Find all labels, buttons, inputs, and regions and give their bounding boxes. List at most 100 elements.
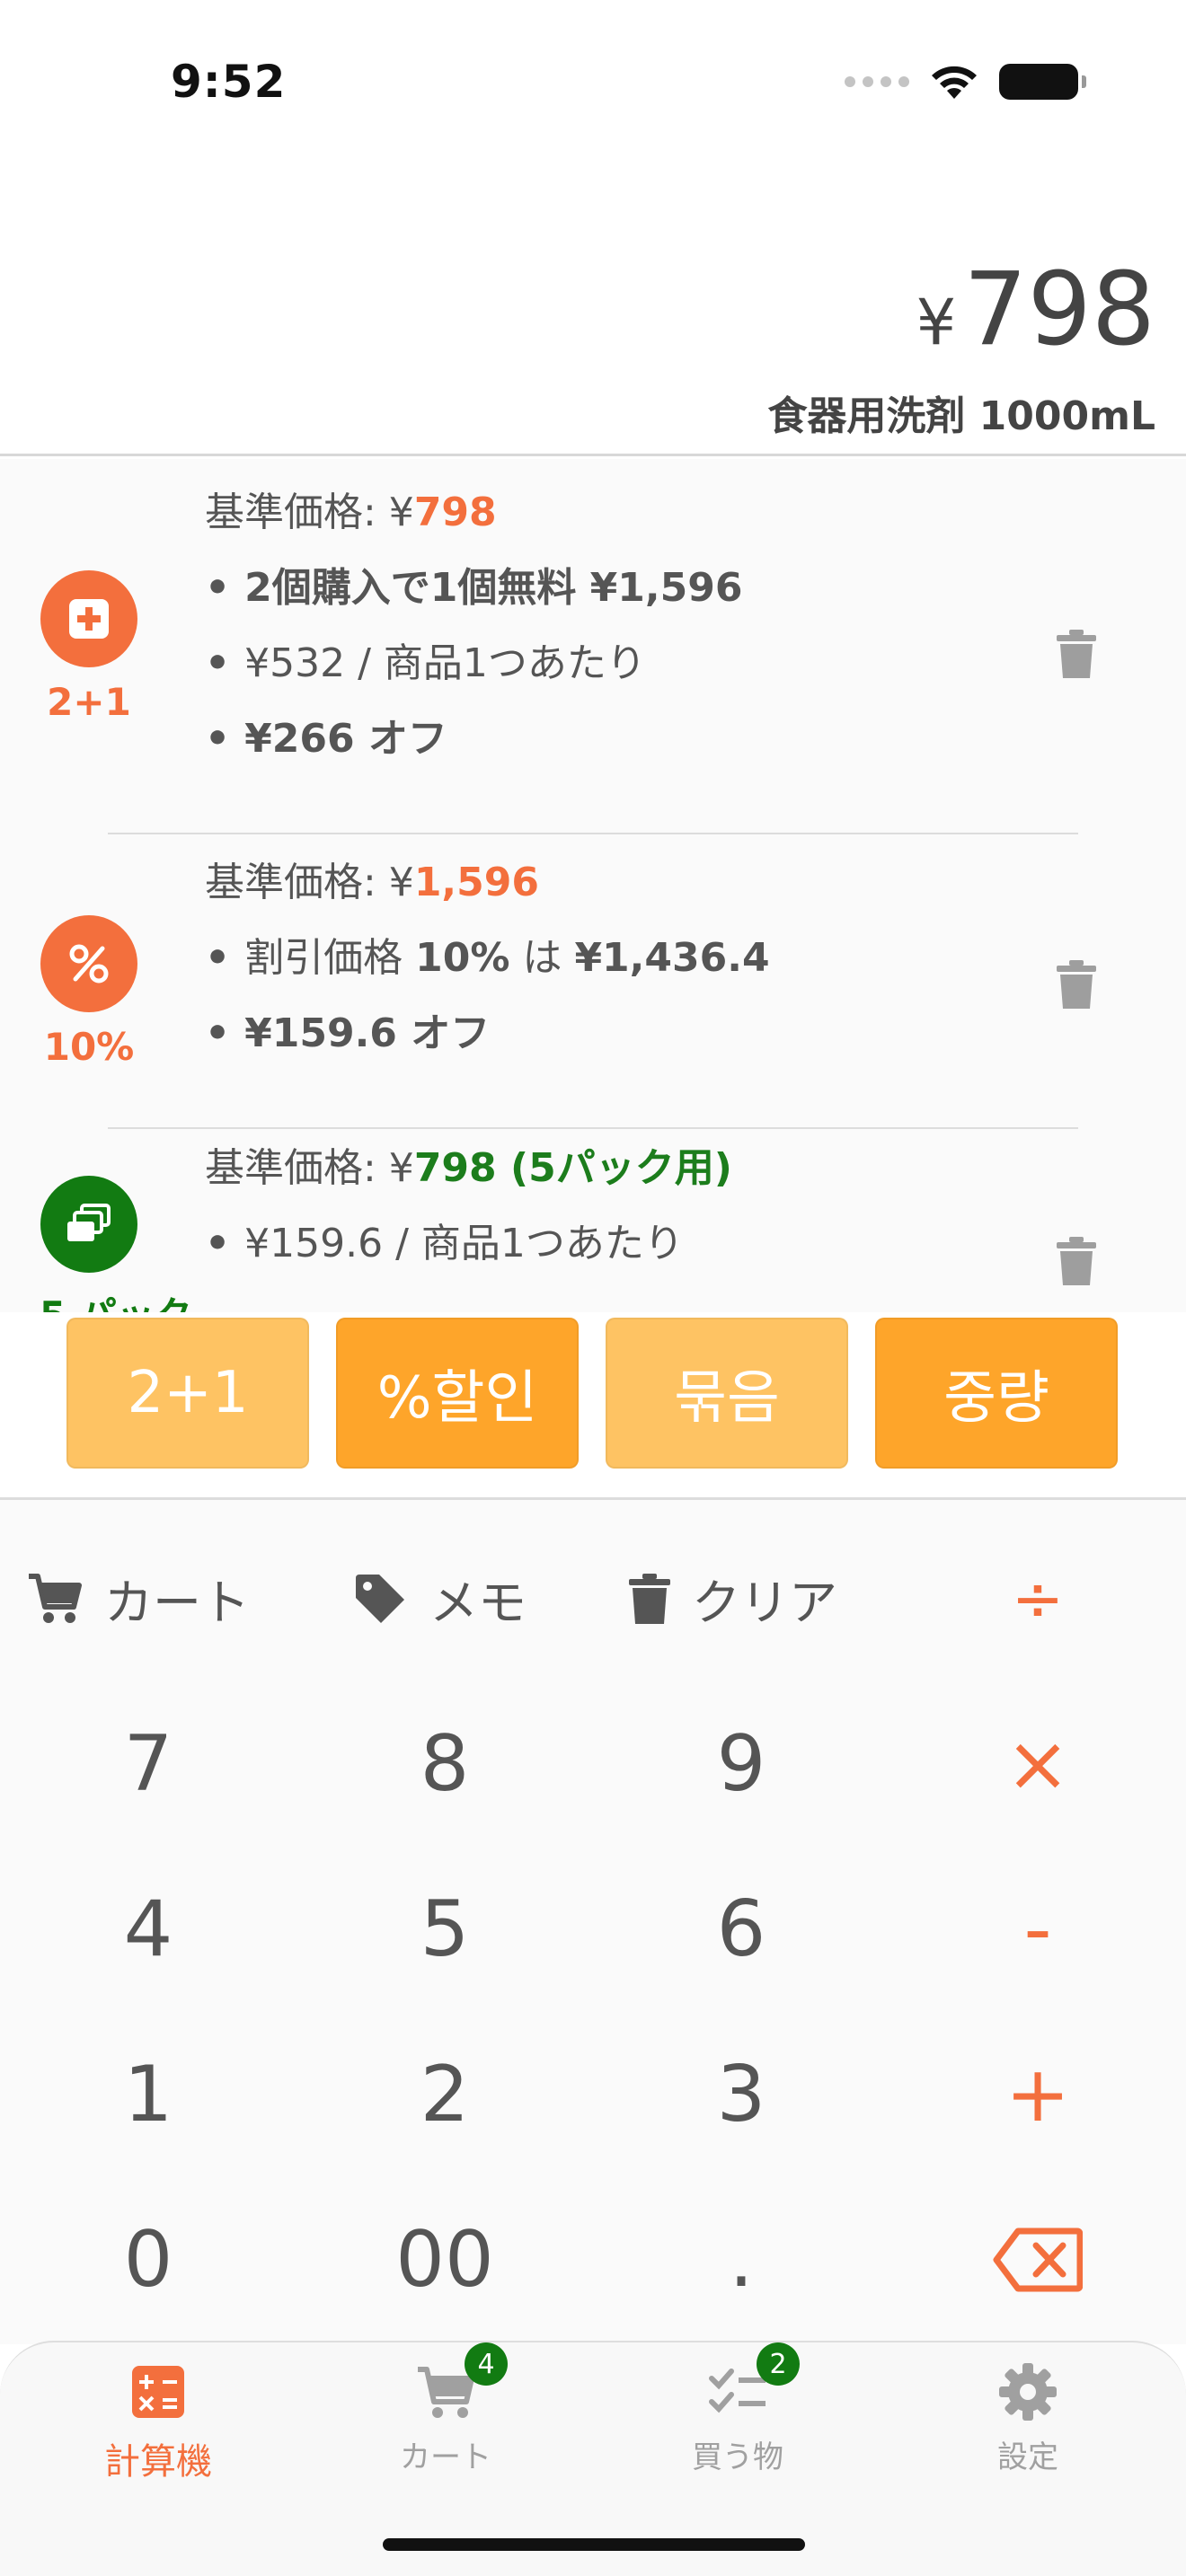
trash-icon[interactable] (1057, 1237, 1096, 1285)
cellular-icon (845, 76, 909, 87)
detail-line: • ¥159.6 オフ (205, 1010, 491, 1056)
discount-percent: 10% (415, 935, 510, 981)
key-0[interactable]: 0 (0, 2177, 296, 2342)
display-price: ¥ 798 (916, 251, 1155, 368)
detail-line: • ¥266 オフ (205, 716, 447, 762)
bundle-icon (40, 1176, 137, 1273)
badge-label: 10% (43, 1025, 135, 1069)
detail-text: 割引価格 (244, 935, 416, 981)
badge-label: 2+1 (47, 680, 131, 724)
key-7[interactable]: 7 (0, 1681, 296, 1847)
battery-icon (999, 64, 1086, 100)
detail-line: • 2個購入で1個無料 ¥1,596 (205, 565, 743, 611)
display-value: 798 (963, 251, 1155, 368)
tab-label: 計算機 (104, 2441, 212, 2483)
base-price-line: 基準価格: ¥798 (205, 475, 742, 551)
discount-value: ¥1,436.4 (574, 935, 770, 981)
base-price-label: 基準価格: ¥ (205, 490, 414, 535)
detail-text: ¥532 / 商品1つあたり (244, 640, 646, 686)
badge-label: 5 パック (40, 1285, 192, 1312)
tab-settings[interactable]: 設定 (929, 2360, 1127, 2476)
backspace-key[interactable] (890, 2177, 1186, 2342)
key-3[interactable]: 3 (593, 2012, 890, 2177)
tab-label: 設定 (997, 2439, 1058, 2475)
mode-button-weight[interactable]: 중량 (875, 1318, 1118, 1469)
mode-buttons: 2+1 %할인 묶음 중량 (0, 1318, 1186, 1470)
base-price-line: 基準価格: ¥1,596 (205, 845, 770, 921)
list-count-badge: 2 (757, 2342, 800, 2386)
multiply-key[interactable]: × (890, 1681, 1186, 1847)
mode-button-percent[interactable]: %할인 (336, 1318, 579, 1469)
minus-key[interactable]: - (890, 1847, 1186, 2012)
cart-tool-label: カート (104, 1575, 250, 1631)
tab-calculator[interactable]: 計算機 (59, 2360, 257, 2484)
deal-details: 基準価格: ¥798 (5パック用) • ¥159.6 / 商品1つあたり (205, 1131, 732, 1282)
detail-line: • ¥159.6 / 商品1つあたり (205, 1221, 684, 1266)
key-8[interactable]: 8 (296, 1681, 593, 1847)
key-1[interactable]: 1 (0, 2012, 296, 2177)
deal-badge: 5 パック (40, 1176, 192, 1312)
cart-icon (29, 1573, 82, 1623)
detail-text: 2個購入で1個無料 ¥1,596 (244, 565, 743, 611)
mode-button-bundle[interactable]: 묶음 (606, 1318, 848, 1469)
price-display: ¥ 798 食器用洗剤 1000mL (0, 243, 1186, 456)
detail-line: • 割引価格 10% は ¥1,436.4 (205, 935, 770, 981)
wifi-icon (932, 66, 977, 99)
checklist-icon: 2 (706, 2342, 800, 2423)
percent-icon (40, 915, 137, 1012)
deal-details: 基準価格: ¥798 • 2個購入で1個無料 ¥1,596 • ¥532 / 商品1… (205, 475, 742, 777)
base-price-label: 基準価格: ¥ (205, 860, 414, 905)
memo-tool-label: メモ (429, 1575, 527, 1631)
base-price-value: 1,596 (413, 860, 539, 905)
calculator-icon (127, 2360, 190, 2423)
key-00[interactable]: 00 (296, 2177, 593, 2342)
detail-text: は (509, 935, 575, 981)
status-time: 9:52 (171, 56, 287, 108)
plus-square-icon (40, 570, 137, 667)
divide-key[interactable]: ÷ (890, 1500, 1186, 1698)
tab-label: 買う物 (692, 2439, 783, 2475)
list-divider (108, 833, 1078, 834)
key-5[interactable]: 5 (296, 1847, 593, 2012)
status-indicators (845, 63, 1086, 101)
deal-badge: 10% (40, 915, 138, 1069)
tab-cart[interactable]: 4 カート (347, 2342, 544, 2476)
detail-text: ¥159.6 オフ (244, 1010, 491, 1056)
base-price-value: 798 (413, 490, 497, 535)
base-price-value: 798 (5パック用) (413, 1145, 732, 1191)
base-price-label: 基準価格: ¥ (205, 1145, 414, 1191)
tab-label: カート (400, 2439, 491, 2475)
clear-tool-button[interactable]: クリア (629, 1563, 837, 1634)
product-name[interactable]: 食器用洗剤 1000mL (767, 384, 1155, 441)
trash-icon[interactable] (1057, 960, 1096, 1009)
keypad: カート メモ クリア ÷ 7 8 9 × 4 5 6 - 1 2 3 + 0 0… (0, 1500, 1186, 2344)
base-price-line: 基準価格: ¥798 (5パック用) (205, 1131, 732, 1206)
clear-tool-label: クリア (692, 1575, 837, 1631)
key-2[interactable]: 2 (296, 2012, 593, 2177)
key-4[interactable]: 4 (0, 1847, 296, 2012)
list-divider (108, 1127, 1078, 1129)
cart-count-badge: 4 (465, 2342, 508, 2386)
display-currency: ¥ (916, 286, 957, 359)
detail-text: ¥159.6 / 商品1つあたり (244, 1221, 684, 1266)
key-decimal[interactable]: . (593, 2177, 890, 2342)
detail-line: • ¥532 / 商品1つあたり (205, 640, 646, 686)
trash-icon[interactable] (1057, 630, 1096, 678)
tab-shopping-list[interactable]: 2 買う物 (639, 2342, 836, 2476)
gear-icon (996, 2360, 1059, 2423)
detail-text: ¥266 オフ (244, 716, 447, 762)
tag-icon (356, 1574, 404, 1623)
plus-key[interactable]: + (890, 2012, 1186, 2177)
deal-list[interactable]: 2+1 基準価格: ¥798 • 2個購入で1個無料 ¥1,596 • ¥532 /… (0, 459, 1186, 1312)
key-6[interactable]: 6 (593, 1847, 890, 2012)
key-9[interactable]: 9 (593, 1681, 890, 1847)
deal-badge: 2+1 (40, 570, 138, 724)
cart-icon: 4 (414, 2342, 508, 2423)
trash-icon (629, 1573, 670, 1624)
home-indicator (383, 2538, 805, 2551)
backspace-icon (993, 2228, 1083, 2292)
deal-details: 基準価格: ¥1,596 • 割引価格 10% は ¥1,436.4 • ¥159.… (205, 845, 770, 1072)
mode-button-2plus1[interactable]: 2+1 (66, 1318, 309, 1469)
memo-tool-button[interactable]: メモ (352, 1563, 527, 1634)
cart-tool-button[interactable]: カート (27, 1563, 250, 1634)
